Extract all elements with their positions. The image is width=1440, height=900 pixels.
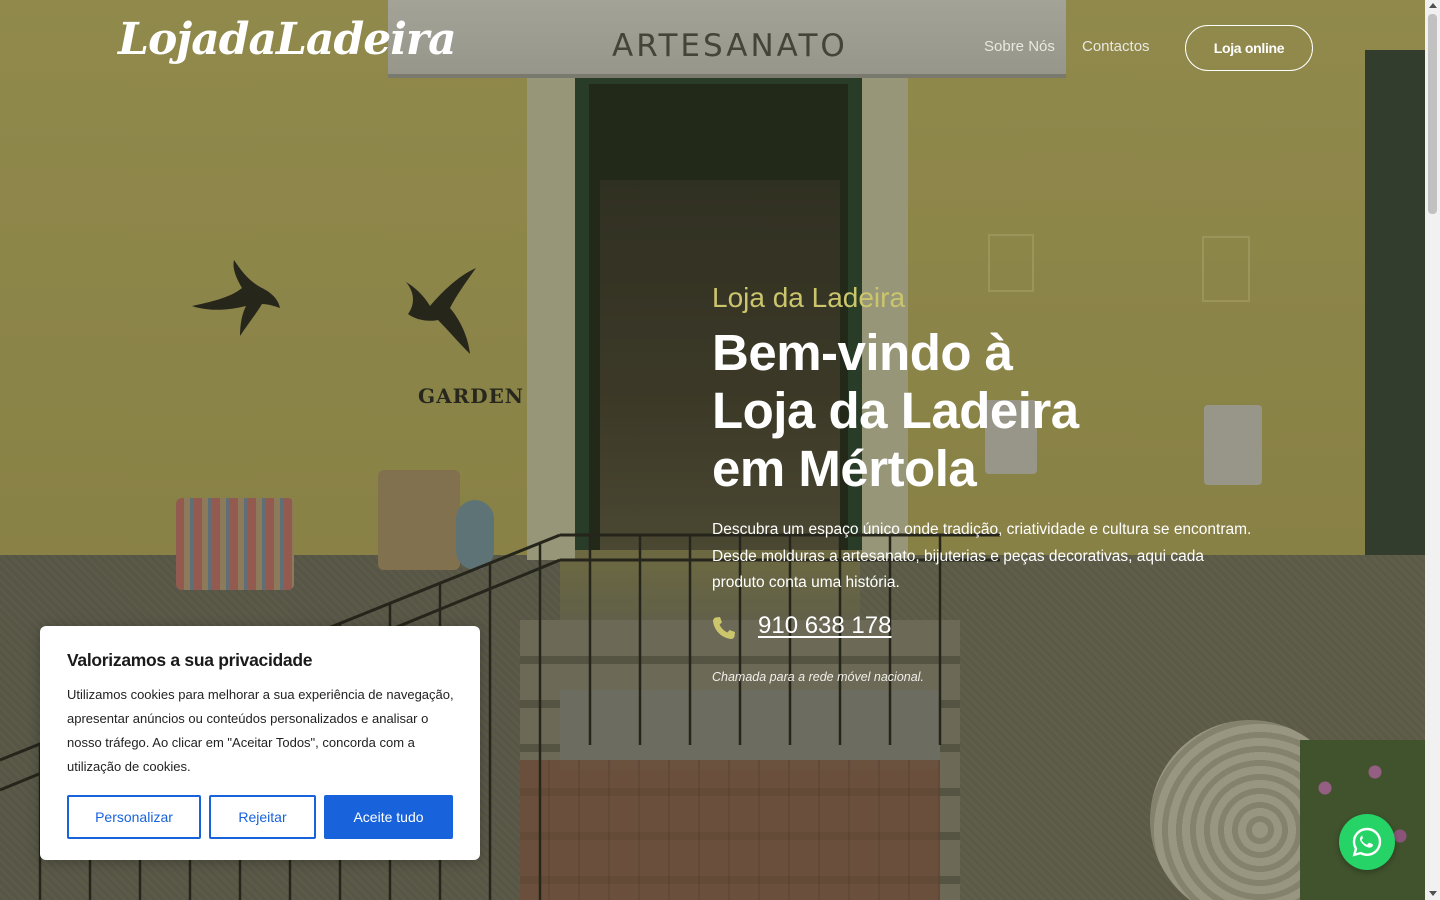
phone-note: Chamada para a rede móvel nacional. [712, 670, 924, 684]
cookie-consent-dialog: Valorizamos a sua privacidade Utilizamos… [40, 626, 480, 860]
nav-contacts-link[interactable]: Contactos [1082, 38, 1150, 55]
whatsapp-button[interactable] [1339, 814, 1395, 870]
site-logo[interactable]: LojadaLadeira [118, 14, 457, 65]
scroll-up-arrow-icon[interactable] [1428, 3, 1437, 8]
phone-number-link[interactable]: 910 638 178 [758, 612, 891, 640]
cookie-title: Valorizamos a sua privacidade [67, 650, 313, 670]
hero-kicker: Loja da Ladeira [712, 282, 906, 313]
hero-title: Bem-vindo à Loja da Ladeira em Mértola [712, 324, 1079, 498]
customize-cookies-button[interactable]: Personalizar [67, 795, 201, 839]
page-scrollbar[interactable] [1425, 0, 1440, 900]
phone-icon [713, 617, 735, 639]
hero-title-line: Loja da Ladeira [712, 382, 1079, 439]
hero-title-line: em Mértola [712, 440, 977, 497]
scroll-down-arrow-icon[interactable] [1428, 891, 1437, 896]
nav-about-link[interactable]: Sobre Nós [984, 38, 1055, 55]
accept-all-cookies-button[interactable]: Aceite tudo [324, 795, 453, 839]
reject-cookies-button[interactable]: Rejeitar [209, 795, 316, 839]
online-shop-button[interactable]: Loja online [1185, 25, 1313, 71]
hero-title-line: Bem-vindo à [712, 324, 1013, 381]
scrollbar-thumb[interactable] [1428, 14, 1437, 214]
cookie-text: Utilizamos cookies para melhorar a sua e… [67, 687, 454, 774]
whatsapp-icon [1352, 827, 1382, 857]
hero-description: Descubra um espaço único onde tradição, … [712, 521, 1252, 591]
